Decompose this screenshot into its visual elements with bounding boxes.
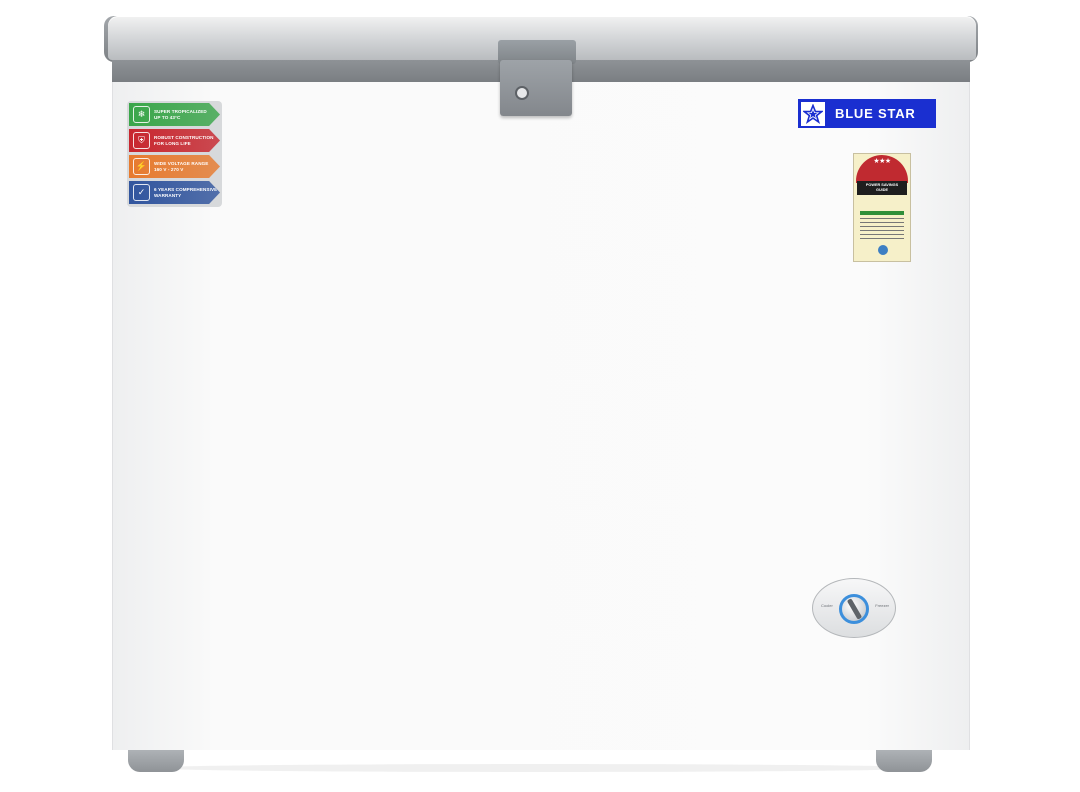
energy-details <box>860 218 904 242</box>
floor-shadow <box>150 764 930 772</box>
voltage-icon: ⚡ <box>133 158 150 175</box>
thermostat-knob[interactable] <box>839 594 869 624</box>
thermostat-panel: Cooler Freezer <box>812 578 896 638</box>
feature-badge-robust: ⛨ ROBUST CONSTRUCTION FOR LONG LIFE <box>129 129 220 152</box>
feature-label: 6 YEARS COMPREHENSIVE WARRANTY <box>154 186 218 198</box>
energy-label-title: POWER SAVINGS GUIDE <box>857 181 907 195</box>
freezer-cabinet <box>112 82 970 750</box>
star-rating: ★★★ <box>856 155 908 183</box>
chest-freezer-product-image: ❄ SUPER TROPICALIZED UP TO 43°C ⛨ ROBUST… <box>0 0 1080 792</box>
thermostat-left-label: Cooler <box>821 603 833 608</box>
thermometer-icon: ❄ <box>133 106 150 123</box>
star-logo-icon <box>801 101 825 126</box>
energy-bar <box>860 211 904 215</box>
lid-handle[interactable] <box>500 60 572 116</box>
feature-badge-warranty: ✓ 6 YEARS COMPREHENSIVE WARRANTY <box>129 181 220 204</box>
feature-badge-voltage: ⚡ WIDE VOLTAGE RANGE 160 V - 270 V <box>129 155 220 178</box>
feature-label: WIDE VOLTAGE RANGE 160 V - 270 V <box>154 160 209 172</box>
warranty-shield-icon: ✓ <box>133 184 150 201</box>
knob-grip <box>846 598 863 620</box>
feature-label: ROBUST CONSTRUCTION FOR LONG LIFE <box>154 134 214 146</box>
brand-logo: BLUE STAR <box>798 99 936 128</box>
energy-rating-label: ★★★ POWER SAVINGS GUIDE <box>853 153 911 262</box>
thermostat-right-label: Freezer <box>875 603 889 608</box>
feature-badges: ❄ SUPER TROPICALIZED UP TO 43°C ⛨ ROBUST… <box>127 101 222 207</box>
feature-label: SUPER TROPICALIZED UP TO 43°C <box>154 108 207 120</box>
feature-badge-tropicalized: ❄ SUPER TROPICALIZED UP TO 43°C <box>129 103 220 126</box>
lock-icon <box>515 86 529 100</box>
bee-seal-icon <box>878 245 888 255</box>
shield-icon: ⛨ <box>133 132 150 149</box>
brand-name: BLUE STAR <box>835 106 916 121</box>
